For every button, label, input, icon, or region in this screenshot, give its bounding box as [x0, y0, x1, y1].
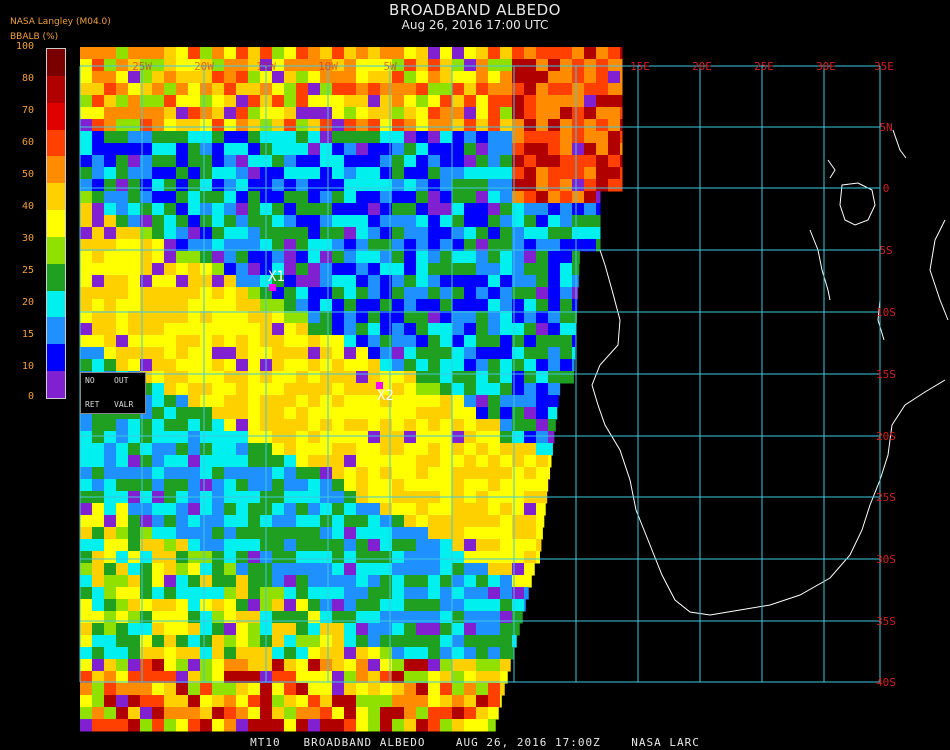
latitude-label: 40S — [876, 676, 896, 689]
longitude-label: 25E — [754, 60, 774, 73]
latitude-label: 20S — [876, 430, 896, 443]
site-marker — [269, 284, 276, 291]
satellite-imagery — [80, 47, 623, 732]
longitude-label: 5W — [383, 60, 397, 73]
latitude-label: 25S — [876, 491, 896, 504]
longitude-label: 10W — [318, 60, 338, 73]
latitude-label: 5N — [879, 121, 892, 134]
longitude-label: 20E — [692, 60, 712, 73]
longitude-label: 35E — [874, 60, 894, 73]
legend-out: OUT — [114, 376, 129, 385]
latitude-label: 10S — [876, 306, 896, 319]
legend-valr: VALR — [114, 400, 134, 409]
latitude-label: 15S — [876, 368, 896, 381]
latitude-label: 30S — [876, 553, 896, 566]
latitude-label: 35S — [876, 615, 896, 628]
longitude-label: 20W — [194, 60, 214, 73]
footer-caption: MT10 BROADBAND ALBEDO AUG 26, 2016 17:00… — [250, 736, 700, 749]
site-marker-label: X2 — [377, 388, 394, 404]
longitude-label: 15E — [630, 60, 650, 73]
longitude-label: 15W — [256, 60, 276, 73]
site-marker-label: X1 — [268, 269, 285, 285]
legend-no: NO — [85, 376, 95, 385]
longitude-label: 30E — [816, 60, 836, 73]
flag-legend: NO OUT RET VALR — [80, 372, 146, 414]
latitude-label: 0 — [883, 182, 890, 195]
longitude-label: 25W — [132, 60, 152, 73]
latitude-label: 5S — [879, 244, 892, 257]
legend-ret: RET — [85, 400, 100, 409]
